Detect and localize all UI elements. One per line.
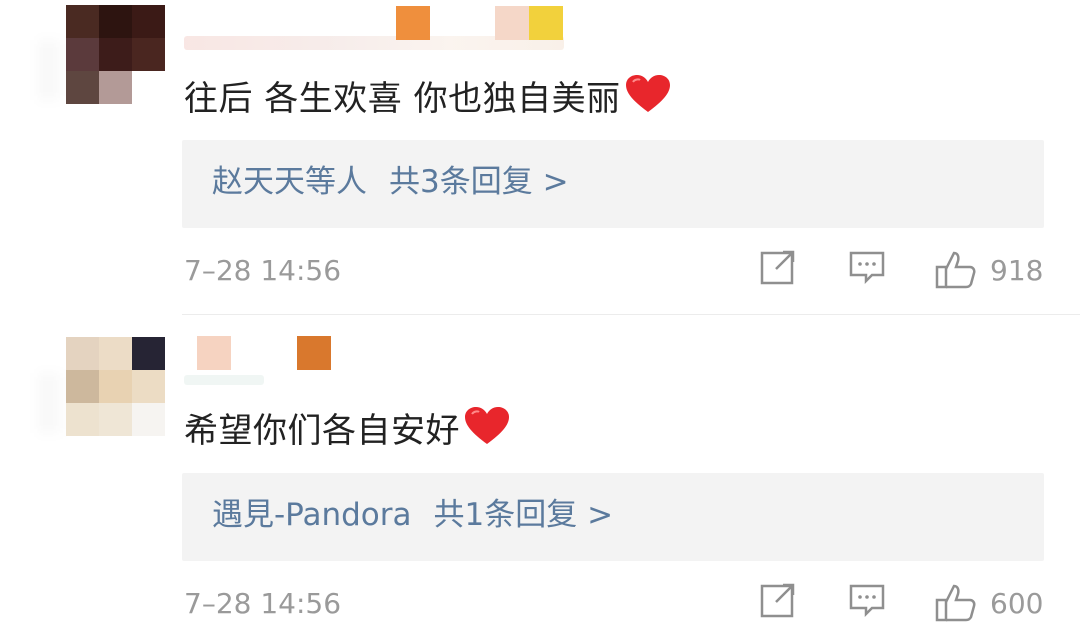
avatar[interactable] (66, 337, 165, 437)
comment-text: 希望你们各自安好 (184, 406, 510, 455)
heart-emoji-icon (625, 74, 671, 123)
share-icon[interactable] (759, 248, 797, 290)
reply-names[interactable]: 赵天天等人 (212, 164, 367, 200)
heart-emoji-icon (464, 406, 510, 455)
user-badge (495, 6, 529, 40)
timestamp: 7–28 14:56 (184, 587, 342, 620)
user-badge (529, 6, 563, 40)
comment-item: 希望你们各自安好 遇見-Pandora 共1条回复 > 7–28 14:56 60… (0, 315, 1080, 622)
like-count: 600 (990, 587, 1044, 620)
thumbs-up-icon[interactable] (934, 248, 978, 296)
user-badge (297, 336, 331, 370)
timestamp: 7–28 14:56 (184, 254, 342, 287)
user-badge (396, 6, 430, 40)
reply-names[interactable]: 遇見-Pandora (212, 497, 412, 533)
username-blurred[interactable] (184, 375, 264, 385)
replies-preview[interactable]: 赵天天等人 共3条回复 > (182, 140, 1044, 228)
reply-count-link[interactable]: 共3条回复 > (389, 164, 569, 200)
comment-icon[interactable] (848, 248, 886, 290)
thumbs-up-icon[interactable] (934, 581, 978, 629)
replies-preview[interactable]: 遇見-Pandora 共1条回复 > (182, 473, 1044, 561)
avatar[interactable] (66, 5, 165, 104)
comment-icon[interactable] (848, 581, 886, 623)
share-icon[interactable] (759, 581, 797, 623)
reply-count-link[interactable]: 共1条回复 > (434, 497, 614, 533)
comment-text: 往后 各生欢喜 你也独自美丽 (184, 74, 671, 123)
like-count: 918 (990, 254, 1044, 287)
user-badge (197, 336, 231, 370)
comment-item: 往后 各生欢喜 你也独自美丽 赵天天等人 共3条回复 > 7–28 14:56 9… (0, 0, 1080, 315)
